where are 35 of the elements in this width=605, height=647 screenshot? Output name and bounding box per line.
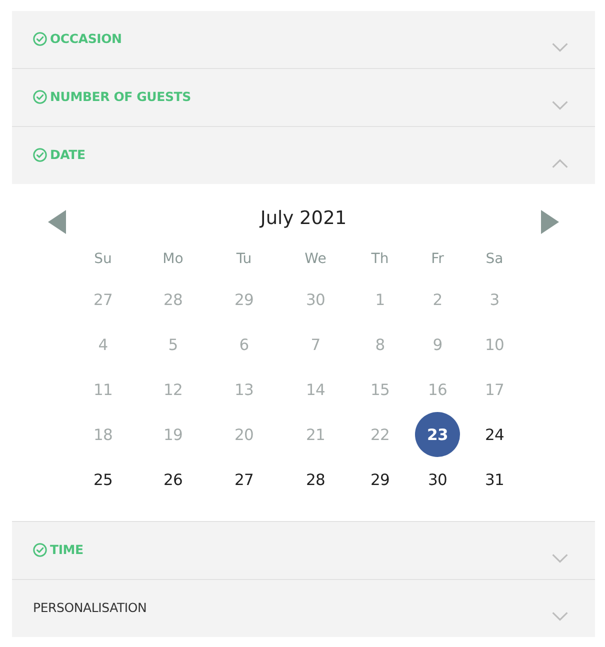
weekday-label: Tu [236, 250, 252, 269]
section-title: PERSONALISATION [33, 601, 147, 615]
prev-month-button[interactable] [48, 210, 66, 234]
calendar-day[interactable]: 28 [293, 457, 338, 502]
check-circle-icon [33, 543, 47, 557]
section-title: NUMBER OF GUESTS [50, 90, 191, 104]
section-header[interactable]: PERSONALISATION [12, 580, 595, 637]
check-circle-icon [33, 148, 47, 162]
check-circle-icon [33, 90, 47, 104]
section-header[interactable]: NUMBER OF GUESTS [12, 69, 595, 126]
calendar-day[interactable]: 26 [150, 457, 196, 502]
triangle-right-icon [540, 210, 559, 234]
calendar-day[interactable]: 24 [472, 412, 517, 457]
calendar-day[interactable]: 31 [472, 457, 517, 502]
section-title: DATE [50, 148, 86, 162]
calendar-day[interactable]: 25 [80, 457, 126, 502]
weekday-label: Mo [162, 250, 184, 269]
calendar-day[interactable]: 29 [358, 457, 402, 502]
section-title: TIME [50, 543, 84, 557]
month-title: July 2021 [260, 208, 347, 228]
weekday-label: Th [371, 250, 389, 269]
section-header[interactable]: DATE [12, 127, 595, 184]
selected-day[interactable]: 23 [415, 412, 460, 457]
check-circle-icon [33, 32, 47, 46]
section-header[interactable]: OCCASION [12, 11, 595, 68]
section-title: OCCASION [50, 32, 122, 46]
weekday-label: Su [94, 250, 112, 269]
section-header[interactable]: TIME [12, 522, 595, 579]
weekday-label: Fr [431, 250, 444, 269]
triangle-left-icon [48, 210, 66, 234]
calendar-day[interactable]: 30 [415, 457, 460, 502]
next-month-button[interactable] [540, 210, 559, 234]
weekday-label: We [304, 250, 326, 269]
weekday-label: Sa [486, 250, 504, 269]
calendar-day[interactable]: 27 [222, 457, 266, 502]
